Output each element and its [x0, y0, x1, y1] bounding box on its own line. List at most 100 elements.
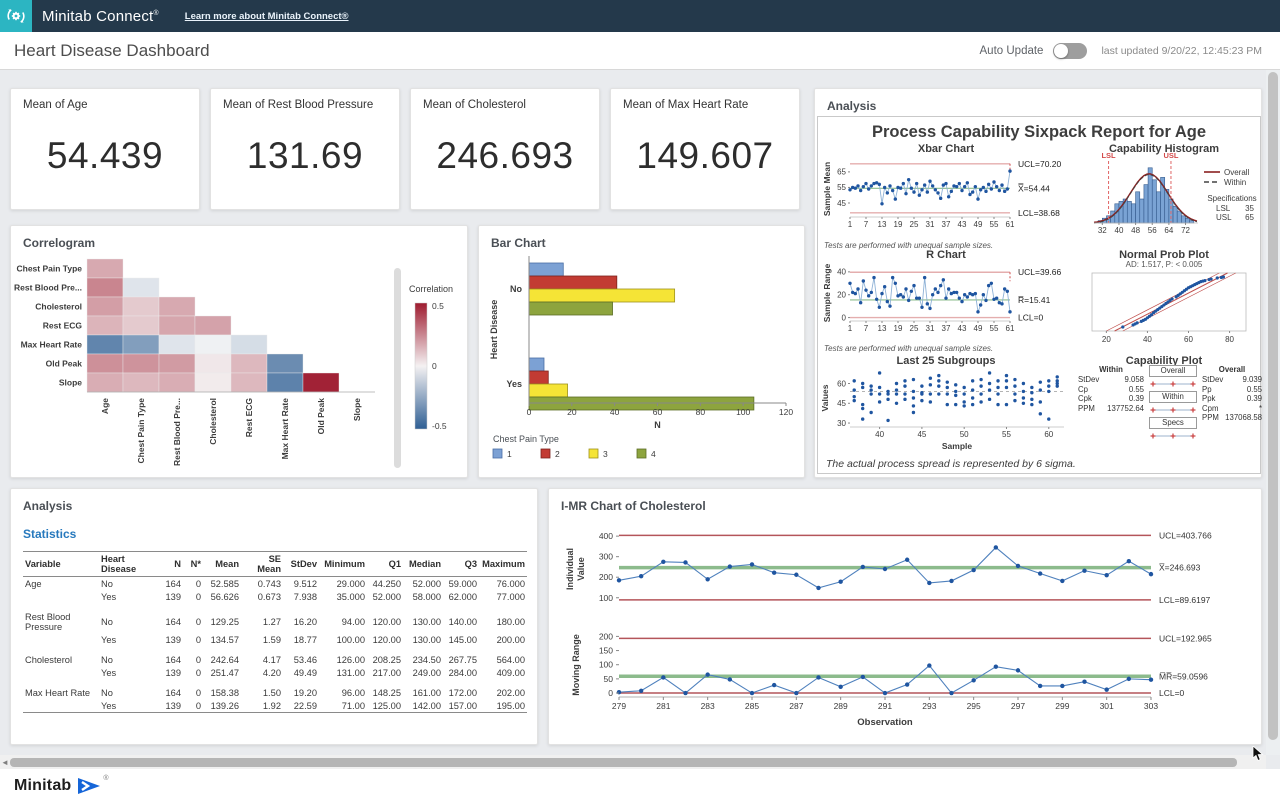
svg-text:LSL: LSL — [1216, 204, 1231, 213]
panel-title: Bar Chart — [479, 226, 804, 250]
auto-update-label: Auto Update — [980, 45, 1044, 57]
stats-col-header: Q3 — [443, 552, 479, 577]
stats-col-header: SE Mean — [241, 552, 283, 577]
svg-text:7: 7 — [864, 220, 869, 229]
svg-text:LCL=0: LCL=0 — [1018, 313, 1044, 323]
kpi-card-mean-max-hr: Mean of Max Heart Rate 149.607 — [610, 88, 800, 210]
svg-text:-0.5: -0.5 — [432, 421, 447, 431]
statistics-heading: Statistics — [11, 513, 537, 541]
svg-text:281: 281 — [656, 701, 670, 711]
table-row: AgeNo164052.5850.7439.51229.00044.25052.… — [23, 577, 527, 591]
capability-box-overall: Overall — [1149, 365, 1197, 377]
learn-more-link[interactable]: Learn more about Minitab Connect® — [185, 11, 349, 22]
svg-text:1: 1 — [507, 449, 512, 459]
vertical-scrollbar[interactable] — [1266, 70, 1280, 755]
capability-box-specs: Specs — [1149, 417, 1197, 429]
svg-text:Cholesterol: Cholesterol — [208, 398, 218, 445]
last25-scatter: 3045604045505560SampleValues — [818, 363, 1076, 455]
svg-text:19: 19 — [894, 220, 903, 229]
svg-text:61: 61 — [1006, 324, 1015, 333]
svg-text:49: 49 — [974, 324, 983, 333]
svg-text:3: 3 — [603, 449, 608, 459]
svg-text:R̅=15.41: R̅=15.41 — [1018, 295, 1051, 305]
svg-text:37: 37 — [942, 220, 951, 229]
registered-mark: ® — [103, 775, 108, 782]
svg-text:150: 150 — [599, 646, 613, 656]
svg-text:299: 299 — [1055, 701, 1069, 711]
bar-chart-panel: Bar Chart NoYes020406080100120NHeart Dis… — [478, 225, 805, 478]
svg-text:Rest ECG: Rest ECG — [244, 398, 254, 438]
stats-col-header: Median — [403, 552, 443, 577]
auto-update-toggle[interactable] — [1053, 43, 1087, 59]
svg-text:60: 60 — [653, 407, 663, 417]
kpi-value: 54.439 — [11, 135, 199, 177]
minitab-wordmark: Minitab — [14, 777, 71, 795]
svg-text:UCL=70.20: UCL=70.20 — [1018, 159, 1062, 169]
svg-text:Heart Disease: Heart Disease — [489, 300, 499, 360]
svg-text:40: 40 — [610, 407, 620, 417]
panel-title: Analysis — [815, 89, 1261, 113]
svg-text:LCL=89.6197: LCL=89.6197 — [1159, 595, 1211, 605]
panel-title: Analysis — [11, 489, 537, 513]
sixpack-report: Process Capability Sixpack Report for Ag… — [817, 116, 1261, 474]
svg-text:35: 35 — [1245, 204, 1254, 213]
svg-text:303: 303 — [1144, 701, 1158, 711]
kpi-card-mean-cholesterol: Mean of Cholesterol 246.693 — [410, 88, 600, 210]
svg-text:Age: Age — [100, 398, 110, 414]
svg-text:45: 45 — [837, 199, 846, 208]
panel-title: I-MR Chart of Cholesterol — [549, 489, 1261, 513]
svg-text:1: 1 — [848, 220, 853, 229]
svg-text:80: 80 — [1225, 335, 1234, 344]
svg-text:20: 20 — [837, 291, 846, 300]
svg-text:60: 60 — [837, 379, 846, 388]
svg-text:0: 0 — [842, 313, 847, 322]
svg-text:200: 200 — [599, 572, 613, 582]
vertical-scroll-thumb[interactable] — [1268, 72, 1278, 740]
svg-text:40: 40 — [1115, 226, 1124, 235]
stats-col-header: Maximum — [479, 552, 527, 577]
r-chart: 0204017131925313743495561UCL=39.66R̅=15.… — [820, 259, 1076, 343]
horizontal-scroll-thumb[interactable] — [10, 758, 1237, 767]
svg-text:Rest ECG: Rest ECG — [43, 321, 83, 331]
svg-text:19: 19 — [894, 324, 903, 333]
svg-text:43: 43 — [958, 324, 967, 333]
capability-plot: WithinStDev9.058Cp0.55Cpk0.39PPM137752.6… — [1078, 365, 1262, 443]
kpi-card-mean-age: Mean of Age 54.439 — [10, 88, 200, 210]
kpi-label: Mean of Cholesterol — [411, 89, 599, 111]
analysis-sixpack-panel: Analysis Process Capability Sixpack Repo… — [814, 88, 1262, 478]
minitab-connect-logo[interactable] — [0, 0, 32, 32]
toggle-knob — [1054, 44, 1068, 58]
stats-col-header: StDev — [283, 552, 319, 577]
svg-text:285: 285 — [745, 701, 759, 711]
svg-text:USL: USL — [1216, 213, 1232, 222]
svg-text:13: 13 — [878, 324, 887, 333]
svg-text:Chest Pain Type: Chest Pain Type — [136, 398, 146, 464]
xbar-chart-title: Xbar Chart — [818, 143, 1074, 155]
svg-text:301: 301 — [1100, 701, 1114, 711]
horizontal-scrollbar[interactable]: ◄ — [0, 755, 1266, 769]
svg-text:61: 61 — [1006, 220, 1015, 229]
kpi-label: Mean of Age — [11, 89, 199, 111]
kpi-card-mean-rest-bp: Mean of Rest Blood Pressure 131.69 — [210, 88, 400, 210]
svg-text:N: N — [654, 420, 661, 430]
correlogram-panel: Correlogram Chest Pain TypeRest Blood Pr… — [10, 225, 468, 478]
svg-text:48: 48 — [1131, 226, 1140, 235]
svg-text:LSL: LSL — [1101, 151, 1116, 160]
ad-statistic: AD: 1.517, P: < 0.005 — [1080, 260, 1248, 269]
scroll-left-arrow[interactable]: ◄ — [0, 758, 10, 767]
svg-text:Slope: Slope — [352, 398, 362, 421]
table-row: CholesterolNo1640242.644.1753.46126.0020… — [23, 653, 527, 666]
svg-text:297: 297 — [1011, 701, 1025, 711]
svg-text:LCL=38.68: LCL=38.68 — [1018, 208, 1060, 218]
statistics-panel: Analysis Statistics VariableHeart Diseas… — [10, 488, 538, 745]
svg-text:55: 55 — [990, 324, 999, 333]
svg-text:Rest Blood Pre...: Rest Blood Pre... — [14, 283, 82, 293]
svg-text:Sample Mean: Sample Mean — [822, 162, 832, 216]
brand-name: Minitab Connect® — [42, 8, 159, 25]
stats-col-header: N — [159, 552, 183, 577]
svg-text:0: 0 — [432, 361, 437, 371]
sixpack-footer-note: The actual process spread is represented… — [826, 458, 1076, 470]
kpi-value: 246.693 — [411, 135, 599, 177]
svg-text:55: 55 — [990, 220, 999, 229]
svg-text:Yes: Yes — [506, 379, 522, 389]
